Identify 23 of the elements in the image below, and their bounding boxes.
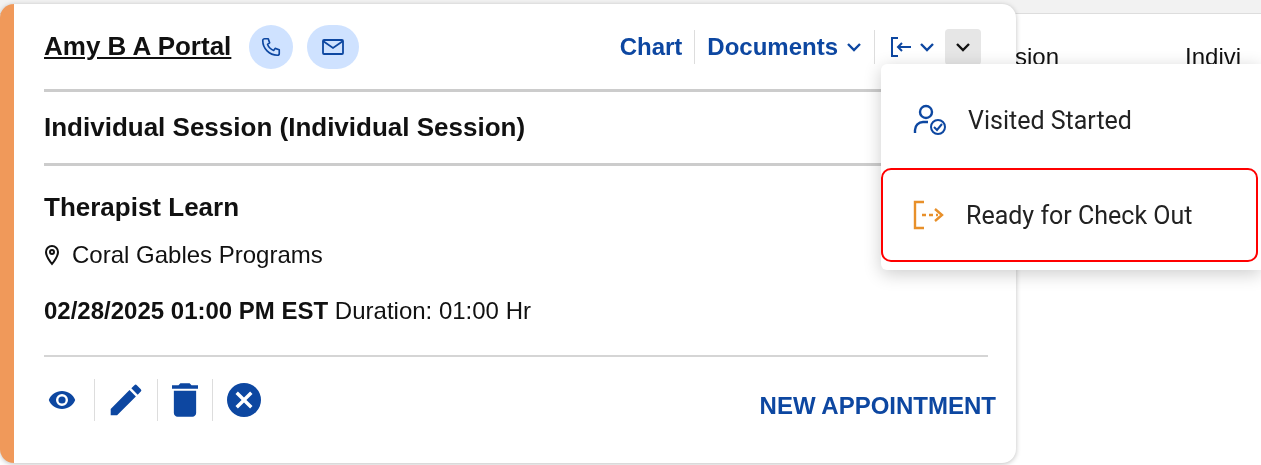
edit-icon[interactable] (109, 383, 143, 417)
caret-icon (919, 40, 935, 53)
location-pin-icon (44, 244, 60, 266)
cancel-icon[interactable] (227, 383, 261, 417)
delete-icon[interactable] (172, 383, 198, 417)
check-out-icon (912, 198, 946, 232)
person-check-icon (912, 103, 948, 137)
menu-item[interactable]: Visited Started (881, 78, 1258, 162)
email-button[interactable] (307, 24, 360, 69)
session-title: Individual Session (Individual Session) (44, 112, 526, 143)
menu-item[interactable]: Ready for Check Out (881, 168, 1258, 262)
caret-icon (846, 40, 862, 53)
schedule-text: 02/28/2025 01:00 PM EST Duration: 01:00 Hr (44, 297, 531, 325)
patient-name-link[interactable]: Amy B A Portal (44, 31, 232, 62)
new-appointment-button[interactable]: NEW APPOINTMENT (759, 392, 996, 420)
chevron-icon (955, 40, 971, 53)
status-menu-button[interactable] (945, 28, 981, 65)
phone-icon (260, 35, 283, 58)
chart-link[interactable]: Chart (607, 29, 696, 64)
mail-icon (321, 36, 346, 57)
location-text: Coral Gables Programs (72, 241, 323, 269)
documents-dropdown[interactable]: Documents (695, 29, 875, 64)
therapist-name: Therapist Learn (44, 192, 240, 223)
